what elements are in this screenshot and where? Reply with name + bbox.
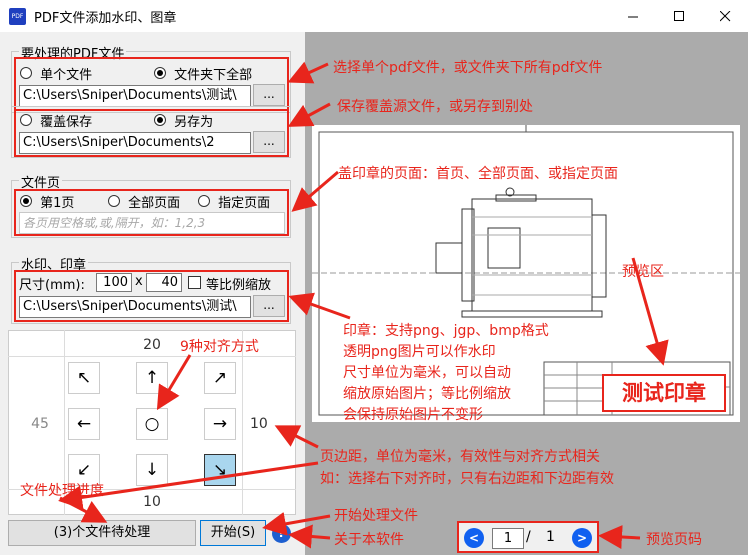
annotation-preview: 预览区: [622, 264, 664, 280]
annotation-stamp-2: 透明png图片可以作水印: [343, 344, 496, 360]
annotation-stamp-4: 缩放原始图片；等比例缩放: [343, 386, 511, 402]
annotation-progress: 文件处理进度: [20, 483, 104, 499]
annotation-stamp-1: 印章：支持png、jgp、bmp格式: [343, 323, 549, 339]
annotation-pages: 盖印章的页面：首页、全部页面、或指定页面: [338, 166, 618, 182]
annotation-margin-1: 页边距，单位为毫米，有效性与对齐方式相关: [320, 449, 600, 465]
annotation-start: 开始处理文件: [334, 508, 418, 524]
annotation-about: 关于本软件: [334, 532, 404, 548]
annotation-margin-2: 如：选择右下对齐时，只有右边距和下边距有效: [320, 471, 614, 487]
annotation-save: 保存覆盖源文件，或另存到别处: [337, 99, 533, 115]
annotation-stamp-3: 尺寸单位为毫米，可以自动: [343, 365, 511, 381]
annotation-source: 选择单个pdf文件，或文件夹下所有pdf文件: [333, 60, 603, 76]
annotation-alignment: 9种对齐方式: [180, 339, 259, 355]
annotation-stamp-5: 会保持原始图片不变形: [343, 407, 483, 423]
annotation-page-nav: 预览页码: [646, 532, 702, 548]
